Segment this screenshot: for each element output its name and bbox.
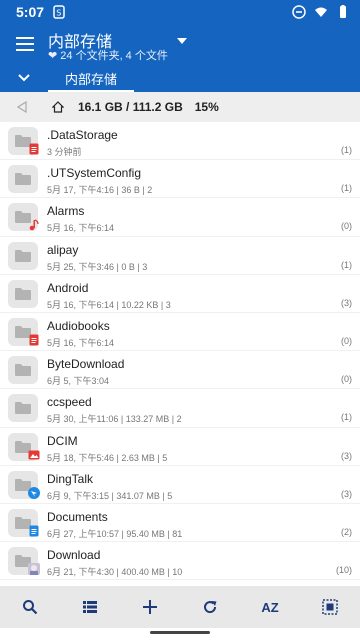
thumbnail-badge <box>28 562 40 576</box>
folder-icon <box>8 394 38 423</box>
item-count: (10) <box>335 565 352 576</box>
item-name: ccspeed <box>47 395 92 410</box>
item-count: (1) <box>341 183 352 194</box>
list-view-icon[interactable] <box>78 595 102 619</box>
item-name: alipay <box>47 242 79 257</box>
item-name: Android <box>47 280 89 295</box>
item-name: Alarms <box>47 204 85 219</box>
list-item[interactable]: .DataStorage 3 分钟前 (1) <box>0 122 360 161</box>
app-bar: 内部存储 ❤ 24 个文件夹, 4 个文件 <box>0 24 360 64</box>
list-item[interactable]: .UTSystemConfig 5月 17, 下午4:16 | 36 B | 2 (… <box>0 160 360 199</box>
item-count: (2) <box>341 526 352 537</box>
item-meta: 5月 16, 下午6:14 | 10.22 KB | 3 <box>47 299 171 310</box>
item-meta: 5月 18, 下午5:46 | 2.63 MB | 5 <box>47 452 168 463</box>
item-meta: 5月 16, 下午6:14 <box>47 223 115 234</box>
list-item[interactable]: DCIM 5月 18, 下午5:46 | 2.63 MB | 5 (3) <box>0 428 360 466</box>
list-item[interactable]: Download 6月 21, 下午4:30 | 400.40 MB | 10 (1… <box>0 542 360 581</box>
dnd-icon <box>292 5 306 19</box>
item-count: (1) <box>341 259 352 270</box>
item-name: Download <box>47 548 101 563</box>
folder-icon <box>8 279 38 308</box>
item-name: Documents <box>47 509 108 524</box>
storage-path-bar: 16.1 GB / 111.2 GB 15% <box>0 92 360 122</box>
document-badge-icon <box>28 142 40 155</box>
status-bar: 5:07 S <box>0 0 360 24</box>
item-count: (3) <box>341 488 352 499</box>
folder-icon <box>8 165 38 194</box>
dropdown-caret-icon[interactable] <box>177 38 187 44</box>
item-name: Audiobooks <box>47 318 110 333</box>
list-item[interactable]: ByteDownload 6月 5, 下午3:04 (0) <box>0 351 360 390</box>
item-count: (3) <box>341 450 352 461</box>
dingtalk-app-icon <box>28 486 40 499</box>
file-list: .DataStorage 3 分钟前 (1) .UTSystemConfig 5月 17… <box>0 122 360 586</box>
menu-icon[interactable] <box>16 37 34 51</box>
item-name: DingTalk <box>47 471 94 486</box>
list-item[interactable]: DingTalk 6月 9, 下午3:15 | 341.07 MB | 5 (3) <box>0 466 360 504</box>
item-name: .UTSystemConfig <box>47 166 142 181</box>
system-nav-bar <box>0 628 360 640</box>
home-icon[interactable] <box>51 101 65 113</box>
item-meta: 5月 25, 下午3:46 | 0 B | 3 <box>47 261 148 272</box>
item-meta: 6月 5, 下午3:04 <box>47 376 110 387</box>
item-meta: 5月 16, 下午6:14 <box>47 337 115 348</box>
item-name: DCIM <box>47 433 78 448</box>
sort-az-label: AZ <box>261 599 279 615</box>
item-meta: 3 分钟前 <box>47 147 82 157</box>
chevron-down-icon[interactable] <box>18 71 30 83</box>
music-note-icon <box>28 218 40 231</box>
refresh-icon[interactable] <box>198 595 222 619</box>
item-count: (1) <box>341 145 352 155</box>
item-name: ByteDownload <box>47 357 125 372</box>
tab-bar: 内部存储 <box>0 64 360 92</box>
storage-percent: 15% <box>194 100 219 114</box>
battery-icon <box>336 5 350 19</box>
folder-icon <box>8 356 38 385</box>
tab-internal-storage[interactable]: 内部存储 <box>48 64 134 92</box>
svg-text:S: S <box>56 9 61 18</box>
home-gesture-bar[interactable] <box>150 631 210 634</box>
status-time: 5:07 <box>16 4 45 20</box>
item-name: .DataStorage <box>47 128 118 142</box>
app-notification-icon: S <box>52 5 66 19</box>
add-icon[interactable] <box>138 595 162 619</box>
storage-usage: 16.1 GB / 111.2 GB <box>78 100 183 114</box>
list-item[interactable]: alipay 5月 25, 下午3:46 | 0 B | 3 (1) <box>0 237 360 275</box>
item-count: (0) <box>341 374 352 385</box>
back-triangle-icon[interactable] <box>16 100 28 114</box>
wifi-icon <box>314 5 328 19</box>
item-meta: 6月 9, 下午3:15 | 341.07 MB | 5 <box>47 490 173 501</box>
select-all-icon[interactable] <box>318 595 342 619</box>
sort-az-icon[interactable]: AZ <box>258 595 282 619</box>
item-count: (1) <box>341 412 352 423</box>
item-meta: 6月 21, 下午4:30 | 400.40 MB | 10 <box>47 567 183 578</box>
list-item[interactable]: Audiobooks 5月 16, 下午6:14 (0) <box>0 313 360 352</box>
item-meta: 5月 17, 下午4:16 | 36 B | 2 <box>47 185 153 196</box>
list-item[interactable]: ccspeed 5月 30, 上午11:06 | 133.27 MB | 2 (1) <box>0 389 360 428</box>
folder-summary: ❤ 24 个文件夹, 4 个文件 <box>48 50 168 62</box>
item-meta: 5月 30, 上午11:06 | 133.27 MB | 2 <box>47 414 182 425</box>
list-item[interactable]: Android 5月 16, 下午6:14 | 10.22 KB | 3 (3) <box>0 275 360 313</box>
document-badge-icon <box>28 333 40 346</box>
item-meta: 6月 27, 上午10:57 | 95.40 MB | 81 <box>47 528 183 539</box>
image-badge-icon <box>28 448 40 460</box>
item-count: (0) <box>341 221 352 232</box>
document-badge-icon <box>28 524 40 537</box>
item-count: (3) <box>341 297 352 308</box>
list-item[interactable]: Documents 6月 27, 上午10:57 | 95.40 MB | 81 (… <box>0 504 360 543</box>
list-item[interactable]: Alarms 5月 16, 下午6:14 (0) <box>0 198 360 237</box>
bottom-toolbar: AZ <box>0 586 360 628</box>
folder-icon <box>8 241 38 270</box>
item-count: (0) <box>341 335 352 346</box>
search-icon[interactable] <box>18 595 42 619</box>
